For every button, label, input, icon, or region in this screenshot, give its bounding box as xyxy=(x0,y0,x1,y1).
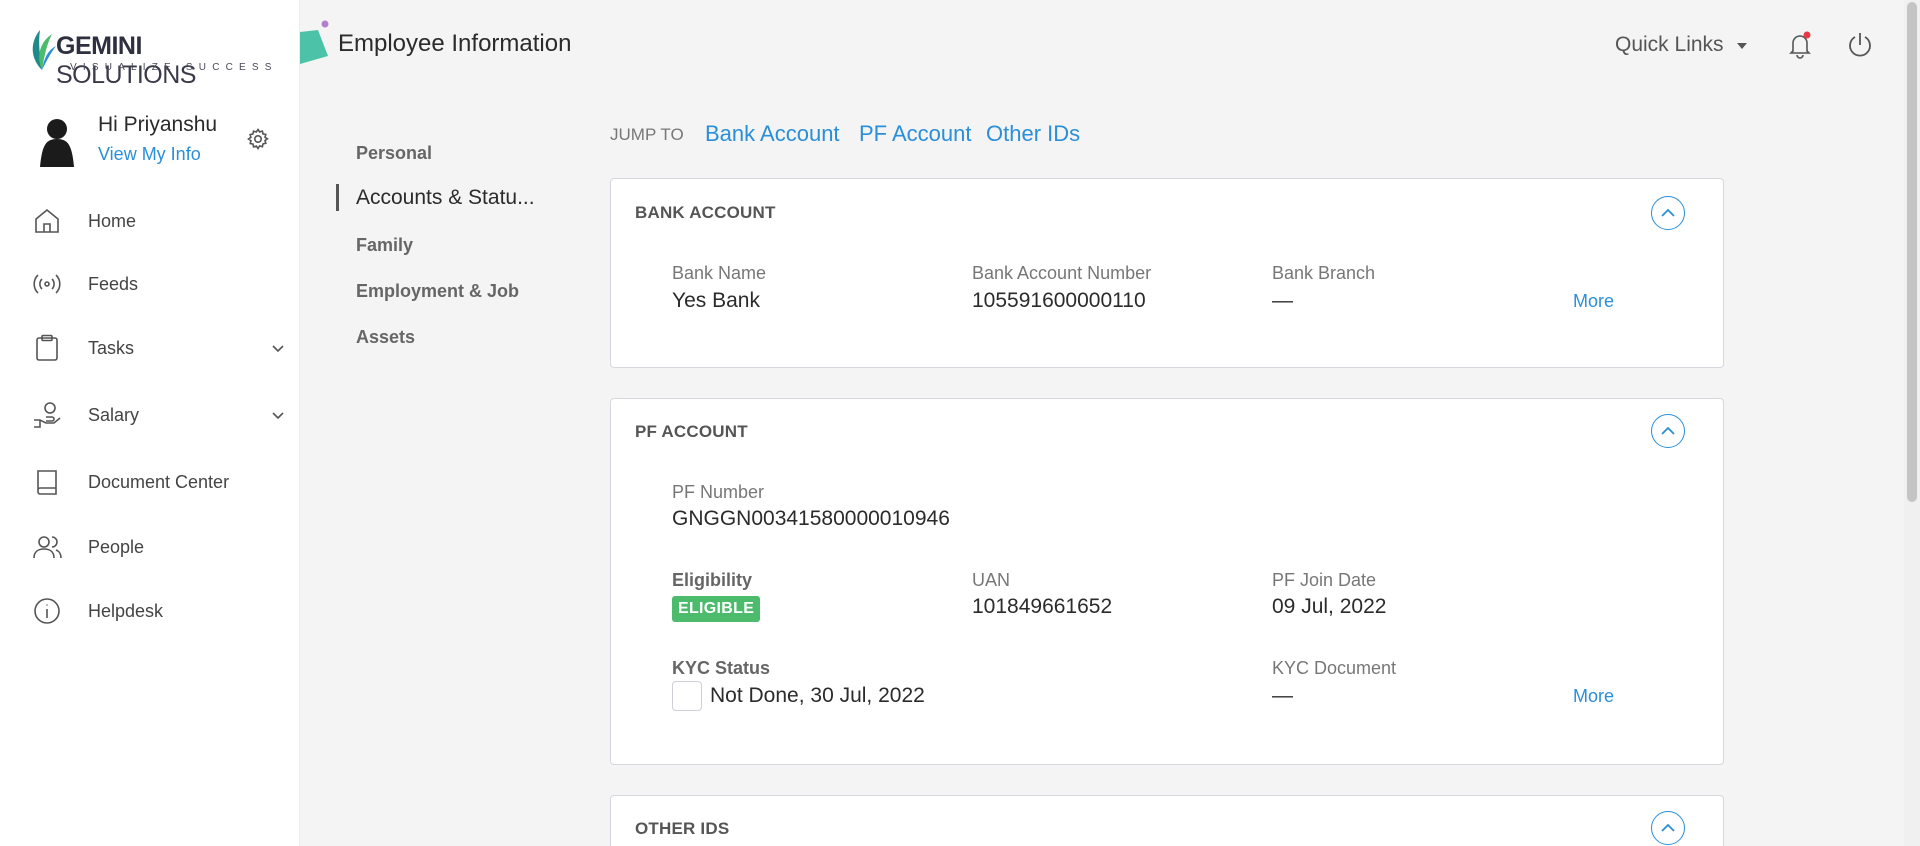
company-logo[interactable]: GEMINI SOLUTIONS VISUALIZE SUCCESS xyxy=(28,28,278,89)
sidebar-item-label: Document Center xyxy=(88,471,230,492)
header-accent-shape xyxy=(300,20,329,64)
kyc-status-label: KYC Status xyxy=(672,658,771,678)
chevron-up-icon xyxy=(1661,426,1675,435)
subnav-item-personal[interactable]: Personal xyxy=(356,143,432,164)
pf-more-link[interactable]: More xyxy=(1573,686,1614,707)
logo-tagline: VISUALIZE SUCCESS xyxy=(70,62,278,73)
pf-account-card: PF ACCOUNT PF Number GNGGN00341580000010… xyxy=(610,398,1724,765)
kyc-document-value: — xyxy=(1272,684,1293,707)
sidebar-item-label: Feeds xyxy=(88,273,139,294)
collapse-button[interactable] xyxy=(1651,811,1685,845)
bank-branch-label: Bank Branch xyxy=(1272,263,1376,283)
people-icon xyxy=(33,536,62,559)
bell-icon[interactable] xyxy=(1786,30,1814,60)
scrollbar-thumb[interactable] xyxy=(1907,2,1917,502)
pf-number-label: PF Number xyxy=(672,482,765,502)
quick-links-dropdown[interactable]: Quick Links xyxy=(1615,33,1724,57)
sidebar-item-tasks[interactable]: Tasks xyxy=(0,323,300,373)
chevron-down-icon[interactable] xyxy=(270,407,286,423)
view-my-info-link[interactable]: View My Info xyxy=(98,144,201,165)
sidebar: GEMINI SOLUTIONS VISUALIZE SUCCESS Hi Pr… xyxy=(0,0,300,846)
power-icon[interactable] xyxy=(1846,30,1874,60)
bank-more-link[interactable]: More xyxy=(1573,291,1614,312)
kyc-checkbox[interactable] xyxy=(672,681,702,711)
book-icon xyxy=(37,470,57,495)
user-greeting: Hi Priyanshu xyxy=(98,113,218,136)
active-indicator xyxy=(336,184,339,211)
bank-name-label: Bank Name xyxy=(672,263,767,283)
sidebar-item-label: Helpdesk xyxy=(88,600,164,621)
status-badge: ELIGIBLE xyxy=(672,596,761,622)
sidebar-item-feeds[interactable]: Feeds xyxy=(0,259,300,309)
bank-branch-value: — xyxy=(1272,289,1293,312)
sidebar-item-label: Tasks xyxy=(88,337,135,358)
other-ids-card: OTHER IDS xyxy=(610,795,1724,846)
bank-name-value: Yes Bank xyxy=(672,289,760,312)
card-title: OTHER IDS xyxy=(635,819,730,838)
gear-icon[interactable] xyxy=(246,127,270,151)
subnav-item-family[interactable]: Family xyxy=(356,235,413,256)
jump-link-bank-account[interactable]: Bank Account xyxy=(705,121,840,147)
home-icon xyxy=(35,208,59,233)
uan-value: 101849661652 xyxy=(972,595,1113,618)
sidebar-item-people[interactable]: People xyxy=(0,522,300,572)
kyc-status-value: Not Done, 30 Jul, 2022 xyxy=(710,684,925,707)
chevron-down-icon[interactable] xyxy=(270,340,286,356)
eligibility-label: Eligibility xyxy=(672,570,753,590)
card-title: BANK ACCOUNT xyxy=(635,203,776,222)
sidebar-item-home[interactable]: Home xyxy=(0,196,300,246)
subnav-item-employment[interactable]: Employment & Job xyxy=(356,281,519,302)
clipboard-icon xyxy=(36,334,58,361)
pf-join-date-label: PF Join Date xyxy=(1272,570,1377,590)
caret-down-icon[interactable] xyxy=(1736,42,1748,50)
uan-label: UAN xyxy=(972,570,1011,590)
leaf-logo-icon xyxy=(32,30,56,70)
pf-join-date-value: 09 Jul, 2022 xyxy=(1272,595,1387,618)
collapse-button[interactable] xyxy=(1651,196,1685,230)
collapse-button[interactable] xyxy=(1651,414,1685,448)
kyc-document-label: KYC Document xyxy=(1272,658,1397,678)
sidebar-item-label: Salary xyxy=(88,404,140,425)
pf-number-value: GNGGN00341580000010946 xyxy=(672,507,950,530)
chevron-up-icon xyxy=(1661,823,1675,832)
logo-wordmark: GEMINI SOLUTIONS xyxy=(56,32,196,89)
sidebar-item-document-center[interactable]: Document Center xyxy=(0,457,300,507)
sidebar-item-label: People xyxy=(88,536,145,557)
avatar xyxy=(40,119,74,167)
sidebar-item-label: Home xyxy=(88,210,137,231)
bank-account-number-label: Bank Account Number xyxy=(972,263,1152,283)
jump-link-other-ids[interactable]: Other IDs xyxy=(986,121,1080,147)
user-profile: Hi Priyanshu View My Info xyxy=(36,110,286,170)
feeds-icon xyxy=(33,274,61,294)
info-icon xyxy=(34,598,60,624)
jump-link-pf-account[interactable]: PF Account xyxy=(859,121,972,147)
card-title: PF ACCOUNT xyxy=(635,422,748,441)
jump-to-label: JUMP TO xyxy=(610,125,684,144)
salary-icon xyxy=(34,402,61,428)
bank-account-number-value: 105591600000110 xyxy=(972,289,1146,312)
page-title: Employee Information xyxy=(338,30,572,57)
subnav-item-assets[interactable]: Assets xyxy=(356,327,415,348)
bank-account-card: BANK ACCOUNT Bank Name Yes Bank Bank Acc… xyxy=(610,178,1724,368)
sidebar-item-helpdesk[interactable]: Helpdesk xyxy=(0,586,300,636)
chevron-up-icon xyxy=(1661,208,1675,217)
sidebar-item-salary[interactable]: Salary xyxy=(0,390,300,440)
subnav-item-accounts[interactable]: Accounts & Statu... xyxy=(356,186,535,210)
